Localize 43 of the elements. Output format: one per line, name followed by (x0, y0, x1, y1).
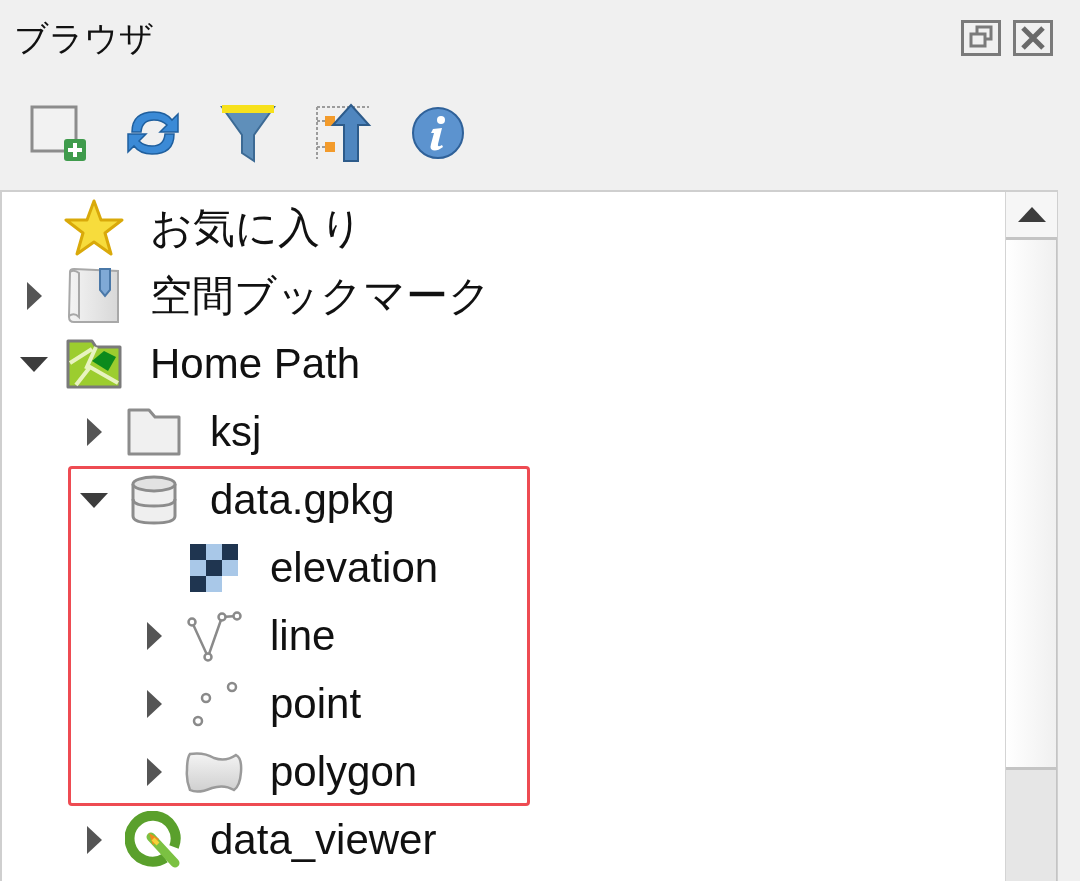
caret-right-icon[interactable] (146, 758, 162, 786)
tree-item-label[interactable]: data.gpkg (210, 475, 395, 525)
info-icon (411, 106, 465, 160)
polygon-icon (184, 750, 244, 794)
caret-right-icon[interactable] (86, 418, 102, 446)
tree-item-label[interactable]: line (270, 611, 336, 661)
polyline-icon (186, 609, 242, 663)
tree-item-label[interactable]: 空間ブックマーク (150, 271, 491, 321)
scrollbar-thumb[interactable] (1006, 240, 1057, 770)
q-logo-icon (125, 811, 183, 869)
caret-right-icon[interactable] (26, 282, 42, 310)
caret-down-icon[interactable] (80, 492, 108, 508)
close-button[interactable] (1013, 20, 1053, 56)
database-icon (130, 475, 178, 525)
add-button[interactable] (28, 103, 88, 163)
caret-down-icon[interactable] (20, 356, 48, 372)
tree-item-label[interactable]: data_viewer (210, 815, 437, 865)
square-plus-icon (28, 103, 88, 163)
tree-item-label[interactable]: お気に入り (150, 203, 363, 253)
scroll-up-button[interactable] (1006, 192, 1057, 240)
restore-icon (961, 20, 1001, 56)
tree-item-label[interactable]: Home Path (150, 339, 361, 389)
caret-right-icon[interactable] (146, 622, 162, 650)
panel-title: ブラウザ (14, 18, 154, 58)
map-folder-icon (66, 339, 122, 389)
tree-item-label[interactable]: polygon (270, 747, 418, 797)
caret-right-icon[interactable] (146, 690, 162, 718)
raster-grid-icon (190, 544, 238, 592)
float-button[interactable] (961, 20, 1001, 56)
list-up-arrow-icon (313, 103, 373, 163)
tree-item-label[interactable]: ksj (210, 407, 262, 457)
star-icon (64, 199, 124, 257)
folder-icon (127, 408, 181, 456)
collapse-button[interactable] (313, 103, 373, 163)
bookmark-icon (68, 268, 120, 324)
filter-button[interactable] (218, 103, 278, 163)
caret-up-icon (1017, 207, 1046, 222)
close-icon (1013, 20, 1053, 56)
tree-item-label[interactable]: elevation (270, 543, 439, 593)
points-icon (190, 681, 238, 727)
tree-item-label[interactable]: point (270, 679, 362, 729)
caret-right-icon[interactable] (86, 826, 102, 854)
filter-icon (220, 103, 276, 163)
